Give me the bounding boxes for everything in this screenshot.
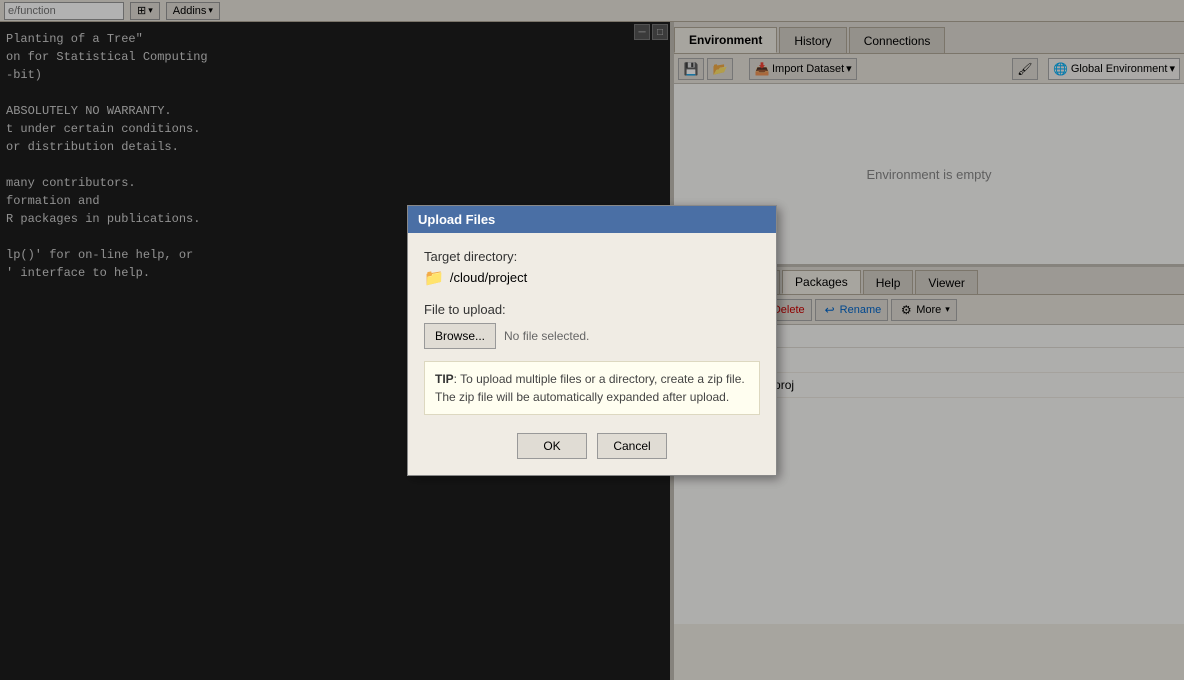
cancel-button[interactable]: Cancel bbox=[597, 433, 667, 459]
modal-title-bar: Upload Files bbox=[408, 206, 776, 233]
modal-footer: OK Cancel bbox=[424, 429, 760, 459]
tip-box: TIP: To upload multiple files or a direc… bbox=[424, 361, 760, 415]
no-file-text: No file selected. bbox=[504, 329, 589, 343]
modal-title: Upload Files bbox=[418, 212, 495, 227]
file-select-row: Browse... No file selected. bbox=[424, 323, 760, 349]
browse-button[interactable]: Browse... bbox=[424, 323, 496, 349]
modal-overlay: Upload Files Target directory: 📁 /cloud/… bbox=[0, 0, 1184, 680]
upload-files-modal: Upload Files Target directory: 📁 /cloud/… bbox=[407, 205, 777, 476]
tip-text: : To upload multiple files or a director… bbox=[435, 372, 745, 404]
file-upload-label: File to upload: bbox=[424, 302, 760, 317]
tip-prefix: TIP bbox=[435, 372, 454, 386]
target-dir-label: Target directory: bbox=[424, 249, 760, 264]
folder-icon: 📁 bbox=[424, 268, 444, 288]
browse-label: Browse... bbox=[435, 329, 485, 343]
cancel-label: Cancel bbox=[613, 439, 650, 453]
ok-label: OK bbox=[543, 439, 560, 453]
target-dir-row: 📁 /cloud/project bbox=[424, 268, 760, 288]
ok-button[interactable]: OK bbox=[517, 433, 587, 459]
target-dir-path: /cloud/project bbox=[450, 270, 527, 285]
modal-body: Target directory: 📁 /cloud/project File … bbox=[408, 233, 776, 475]
